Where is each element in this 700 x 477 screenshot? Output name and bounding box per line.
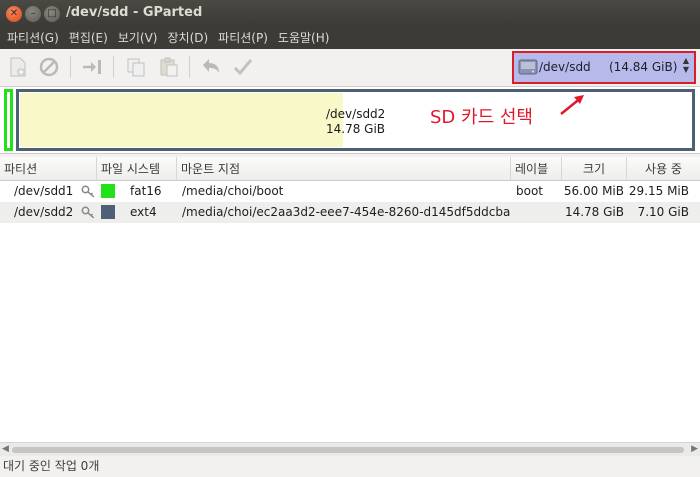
menu-edit[interactable]: 편집(E) — [64, 27, 113, 49]
delete-partition-button[interactable] — [37, 55, 61, 79]
cell-size: 56.00 MiB — [563, 184, 624, 198]
gparted-window: ✕ – □ /dev/sdd - GParted 파티션(G) 편집(E) 보기… — [0, 0, 700, 477]
annotation-text: SD 카드 선택 — [430, 107, 533, 128]
new-partition-button[interactable] — [6, 55, 30, 79]
column-header-filesystem[interactable]: 파일 시스템 — [97, 157, 177, 181]
filesystem-color-swatch — [101, 205, 115, 219]
hard-disk-icon — [518, 59, 538, 75]
undo-icon — [203, 59, 219, 73]
checkmark-icon — [233, 59, 253, 76]
close-icon: ✕ — [9, 8, 19, 19]
toolbar-separator — [189, 56, 190, 78]
partition-block-size: 14.78 GiB — [326, 122, 386, 136]
key-icon — [81, 206, 95, 219]
undo-button[interactable] — [199, 55, 223, 79]
cell-size: 14.78 GiB — [564, 205, 624, 219]
column-header-used[interactable]: 사용 중 — [627, 157, 700, 181]
device-size: (14.84 GiB) — [609, 60, 678, 74]
scrollbar-thumb[interactable] — [12, 447, 684, 453]
cell-label: boot — [516, 184, 544, 198]
toolbar-separator — [70, 56, 71, 78]
apply-button[interactable] — [231, 55, 255, 79]
partition-block-sdd1[interactable] — [4, 89, 13, 151]
paste-button[interactable] — [157, 55, 181, 79]
maximize-window-button[interactable]: □ — [44, 6, 60, 22]
minimize-window-button[interactable]: – — [25, 6, 41, 22]
key-icon — [81, 185, 95, 198]
partition-map: /dev/sdd2 14.78 GiB — [0, 86, 700, 154]
cell-filesystem: ext4 — [130, 205, 157, 219]
menu-view[interactable]: 보기(V) — [113, 27, 163, 49]
resize-move-icon — [83, 60, 101, 74]
paste-icon — [160, 57, 178, 77]
menu-bar: 파티션(G) 편집(E) 보기(V) 장치(D) 파티션(P) 도움말(H) — [0, 27, 700, 49]
window-title: /dev/sdd - GParted — [66, 5, 203, 20]
used-space-fill — [20, 93, 344, 147]
maximize-icon: □ — [47, 8, 57, 19]
partition-block-sdd2[interactable]: /dev/sdd2 14.78 GiB — [16, 89, 695, 151]
cell-mountpoint: /media/choi/boot — [182, 184, 284, 198]
device-selector[interactable]: /dev/sdd (14.84 GiB) ▲ ▼ — [512, 51, 696, 84]
column-header-partition[interactable]: 파티션 — [0, 157, 97, 181]
minimize-icon: – — [30, 8, 36, 19]
new-document-icon — [10, 57, 26, 77]
cell-label — [516, 202, 560, 223]
table-row[interactable]: /dev/sdd1 fat16 /media/choi/boot boot 56… — [0, 181, 700, 202]
horizontal-scrollbar[interactable]: ◀ ▶ — [0, 442, 700, 456]
close-window-button[interactable]: ✕ — [6, 6, 22, 22]
partition-table: 파티션 파일 시스템 마운트 지점 레이블 크기 사용 중 /dev/sdd1 … — [0, 157, 700, 442]
menu-gparted[interactable]: 파티션(G) — [2, 27, 64, 49]
table-header: 파티션 파일 시스템 마운트 지점 레이블 크기 사용 중 — [0, 157, 700, 181]
scroll-right-icon[interactable]: ▶ — [691, 444, 698, 454]
status-bar: 대기 중인 작업 0개 — [0, 456, 700, 477]
filesystem-color-swatch — [101, 184, 115, 198]
title-bar: ✕ – □ /dev/sdd - GParted — [0, 0, 700, 27]
delete-icon — [39, 57, 59, 77]
cell-used: 29.15 MiB — [628, 184, 689, 198]
device-name: /dev/sdd — [539, 60, 591, 74]
table-row[interactable]: /dev/sdd2 ext4 /media/choi/ec2aa3d2-eee7… — [0, 202, 700, 223]
annotation-arrow-icon — [560, 95, 584, 115]
menu-help[interactable]: 도움말(H) — [273, 27, 335, 49]
partition-block-name: /dev/sdd2 — [326, 107, 386, 121]
cell-mountpoint: /media/choi/ec2aa3d2-eee7-454e-8260-d145… — [182, 205, 510, 219]
scroll-left-icon[interactable]: ◀ — [2, 444, 9, 454]
cell-partition: /dev/sdd2 — [14, 205, 74, 219]
partition-block-label: /dev/sdd2 14.78 GiB — [326, 107, 385, 137]
cell-used: 7.10 GiB — [637, 205, 689, 219]
menu-device[interactable]: 장치(D) — [162, 27, 213, 49]
menu-partition[interactable]: 파티션(P) — [213, 27, 273, 49]
resize-move-button[interactable] — [80, 55, 104, 79]
column-header-size[interactable]: 크기 — [562, 157, 627, 181]
cell-partition: /dev/sdd1 — [14, 184, 74, 198]
copy-icon — [127, 58, 145, 77]
column-header-mountpoint[interactable]: 마운트 지점 — [177, 157, 511, 181]
chevron-up-down-icon: ▲ ▼ — [682, 56, 689, 74]
toolbar-separator — [113, 56, 114, 78]
copy-button[interactable] — [124, 55, 148, 79]
column-header-label[interactable]: 레이블 — [511, 157, 562, 181]
cell-filesystem: fat16 — [130, 184, 162, 198]
